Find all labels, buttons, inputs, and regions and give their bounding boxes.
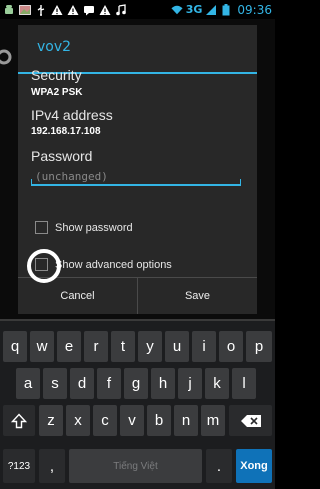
security-label: Security <box>31 67 82 83</box>
backspace-icon <box>240 414 261 427</box>
dialog-button-bar: Cancel Save <box>18 277 257 314</box>
dialog-title: vov2 <box>37 39 72 55</box>
warning-icon <box>99 4 111 16</box>
key-v[interactable]: v <box>120 405 144 436</box>
sms-icon <box>83 4 95 16</box>
warning-icon <box>67 4 79 16</box>
settings-gear-icon <box>0 47 16 69</box>
key-s[interactable]: s <box>43 368 67 399</box>
show-password-label: Show password <box>55 221 133 234</box>
battery-icon <box>220 3 232 16</box>
soft-keyboard: q w e r t y u i o p a s d f g h j k l z … <box>0 319 275 489</box>
key-i[interactable]: i <box>192 331 216 362</box>
key-e[interactable]: e <box>57 331 81 362</box>
key-m[interactable]: m <box>201 405 225 436</box>
notification-icons <box>3 3 127 16</box>
key-y[interactable]: y <box>138 331 162 362</box>
symbols-key[interactable]: ?123 <box>3 449 35 483</box>
save-button[interactable]: Save <box>137 278 257 314</box>
key-x[interactable]: x <box>66 405 90 436</box>
android-icon <box>3 4 15 16</box>
key-k[interactable]: k <box>205 368 229 399</box>
key-w[interactable]: w <box>30 331 54 362</box>
key-c[interactable]: c <box>93 405 117 436</box>
password-label: Password <box>31 148 93 164</box>
key-r[interactable]: r <box>84 331 108 362</box>
show-password-checkbox[interactable] <box>35 221 48 234</box>
key-u[interactable]: u <box>165 331 189 362</box>
key-h[interactable]: h <box>151 368 175 399</box>
key-n[interactable]: n <box>174 405 198 436</box>
key-a[interactable]: a <box>16 368 40 399</box>
key-t[interactable]: t <box>111 331 135 362</box>
key-p[interactable]: p <box>246 331 272 362</box>
show-advanced-label: Show advanced options <box>55 258 172 271</box>
status-bar: 3G 09:36 <box>0 0 275 19</box>
touch-indicator <box>27 249 61 283</box>
key-z[interactable]: z <box>39 405 63 436</box>
period-key[interactable]: . <box>206 449 232 483</box>
usb-icon <box>35 4 47 16</box>
key-b[interactable]: b <box>147 405 171 436</box>
password-input[interactable]: (unchanged) <box>31 166 241 186</box>
clock: 09:36 <box>237 2 272 17</box>
space-key[interactable]: Tiếng Việt <box>69 449 202 483</box>
security-value: WPA2 PSK <box>31 87 83 98</box>
key-d[interactable]: d <box>70 368 94 399</box>
cancel-button[interactable]: Cancel <box>18 278 137 314</box>
key-o[interactable]: o <box>219 331 243 362</box>
key-g[interactable]: g <box>124 368 148 399</box>
shift-icon <box>11 412 27 428</box>
key-l[interactable]: l <box>232 368 256 399</box>
ipv4-value: 192.168.17.108 <box>31 126 101 137</box>
picture-icon <box>19 4 31 16</box>
show-password-row[interactable]: Show password <box>35 221 133 234</box>
key-f[interactable]: f <box>97 368 121 399</box>
system-status: 3G 09:36 <box>171 3 272 17</box>
enter-key[interactable]: Xong <box>236 449 272 483</box>
shift-key[interactable] <box>3 405 35 436</box>
wifi-icon <box>171 4 183 16</box>
backspace-key[interactable] <box>229 405 272 436</box>
music-icon <box>115 3 127 16</box>
warning-icon <box>51 4 63 16</box>
signal-icon <box>205 4 217 16</box>
ipv4-label: IPv4 address <box>31 107 113 123</box>
comma-key[interactable]: , <box>39 449 65 483</box>
key-q[interactable]: q <box>3 331 27 362</box>
network-type: 3G <box>185 3 203 16</box>
key-j[interactable]: j <box>178 368 202 399</box>
